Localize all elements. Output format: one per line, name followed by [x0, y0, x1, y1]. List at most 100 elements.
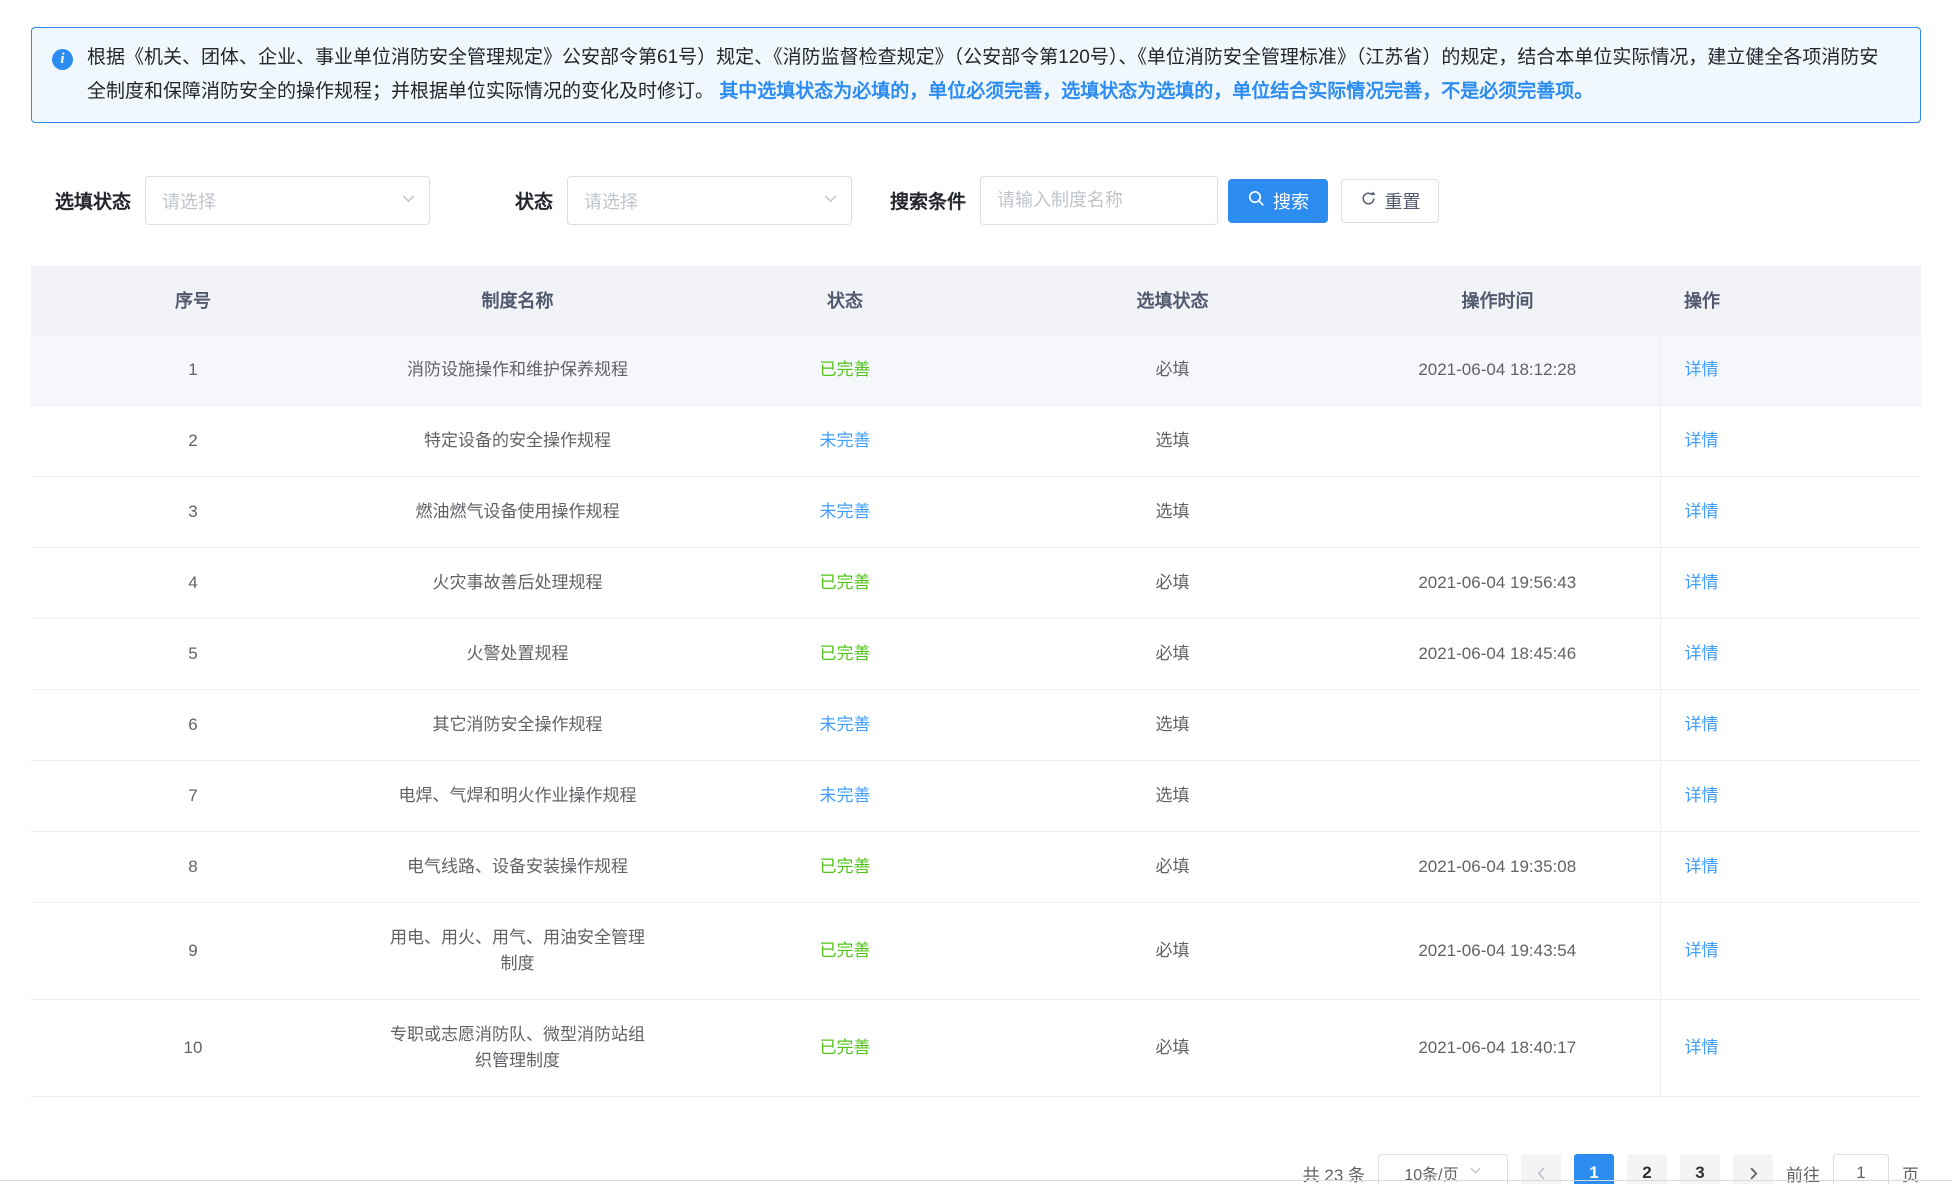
status-badge: 未完善 — [820, 715, 871, 734]
row-status-cell: 已完善 — [680, 335, 1010, 406]
table-row: 10 专职或志愿消防队、微型消防站组织管理制度 已完善 必填 2021-06-0… — [31, 1000, 1921, 1097]
table-row: 3 燃油燃气设备使用操作规程 未完善 选填 详情 — [31, 477, 1921, 548]
column-header-required: 选填状态 — [1010, 266, 1335, 335]
row-required: 选填 — [1010, 690, 1335, 761]
row-status-cell: 已完善 — [680, 832, 1010, 903]
row-time: 2021-06-04 19:35:08 — [1335, 832, 1660, 903]
row-action-cell: 详情 — [1660, 548, 1921, 619]
row-index: 1 — [31, 335, 355, 406]
row-required: 必填 — [1010, 335, 1335, 406]
row-status-cell: 已完善 — [680, 1000, 1010, 1097]
search-condition-label: 搜索条件 — [890, 187, 966, 214]
search-input[interactable] — [980, 176, 1218, 225]
row-time — [1335, 406, 1660, 477]
row-time: 2021-06-04 18:12:28 — [1335, 335, 1660, 406]
row-action-cell: 详情 — [1660, 406, 1921, 477]
detail-link[interactable]: 详情 — [1685, 715, 1719, 734]
row-required: 选填 — [1010, 761, 1335, 832]
row-name-cell: 燃油燃气设备使用操作规程 — [355, 477, 680, 548]
table-row: 5 火警处置规程 已完善 必填 2021-06-04 18:45:46 详情 — [31, 619, 1921, 690]
optional-status-select[interactable]: 请选择 — [145, 176, 430, 225]
row-time: 2021-06-04 18:40:17 — [1335, 1000, 1660, 1097]
filter-bar: 选填状态 请选择 状态 请选择 搜索条件 搜索 重置 — [55, 176, 1921, 225]
row-index: 2 — [31, 406, 355, 477]
column-header-action: 操作 — [1660, 266, 1921, 335]
search-button-label: 搜索 — [1273, 188, 1309, 214]
search-button[interactable]: 搜索 — [1228, 179, 1328, 223]
banner-text: 根据《机关、团体、企业、事业单位消防安全管理规定》公安部令第61号）规定、《消防… — [87, 41, 1894, 109]
detail-link[interactable]: 详情 — [1685, 360, 1719, 379]
detail-link[interactable]: 详情 — [1685, 431, 1719, 450]
status-badge: 已完善 — [820, 1038, 871, 1057]
row-name: 用电、用火、用气、用油安全管理制度 — [385, 925, 650, 977]
row-name: 火警处置规程 — [467, 641, 569, 667]
row-name-cell: 电气线路、设备安装操作规程 — [355, 832, 680, 903]
status-select[interactable]: 请选择 — [567, 176, 852, 225]
row-index: 3 — [31, 477, 355, 548]
status-label: 状态 — [515, 187, 553, 214]
row-time — [1335, 477, 1660, 548]
row-status-cell: 已完善 — [680, 903, 1010, 1000]
detail-link[interactable]: 详情 — [1685, 857, 1719, 876]
detail-link[interactable]: 详情 — [1685, 786, 1719, 805]
row-index: 7 — [31, 761, 355, 832]
status-badge: 已完善 — [820, 857, 871, 876]
status-badge: 未完善 — [820, 502, 871, 521]
column-header-status: 状态 — [680, 266, 1010, 335]
table-row: 4 火灾事故善后处理规程 已完善 必填 2021-06-04 19:56:43 … — [31, 548, 1921, 619]
detail-link[interactable]: 详情 — [1685, 1038, 1719, 1057]
status-badge: 已完善 — [820, 941, 871, 960]
row-time — [1335, 690, 1660, 761]
row-action-cell: 详情 — [1660, 619, 1921, 690]
row-status-cell: 已完善 — [680, 548, 1010, 619]
row-name: 其它消防安全操作规程 — [433, 712, 603, 738]
row-name-cell: 火灾事故善后处理规程 — [355, 548, 680, 619]
row-action-cell: 详情 — [1660, 903, 1921, 1000]
column-header-index: 序号 — [31, 266, 355, 335]
status-placeholder: 请选择 — [584, 188, 638, 214]
row-status-cell: 未完善 — [680, 477, 1010, 548]
table-row: 6 其它消防安全操作规程 未完善 选填 详情 — [31, 690, 1921, 761]
detail-link[interactable]: 详情 — [1685, 644, 1719, 663]
row-name: 电气线路、设备安装操作规程 — [407, 854, 628, 880]
row-name: 燃油燃气设备使用操作规程 — [416, 499, 620, 525]
table-row: 2 特定设备的安全操作规程 未完善 选填 详情 — [31, 406, 1921, 477]
row-action-cell: 详情 — [1660, 832, 1921, 903]
column-header-time: 操作时间 — [1335, 266, 1660, 335]
regulation-table: 序号 制度名称 状态 选填状态 操作时间 操作 1 消防设施操作和维护保养规程 … — [31, 266, 1921, 1097]
table-header-row: 序号 制度名称 状态 选填状态 操作时间 操作 — [31, 266, 1921, 335]
row-action-cell: 详情 — [1660, 335, 1921, 406]
row-name-cell: 专职或志愿消防队、微型消防站组织管理制度 — [355, 1000, 680, 1097]
row-action-cell: 详情 — [1660, 477, 1921, 548]
row-required: 必填 — [1010, 1000, 1335, 1097]
row-index: 4 — [31, 548, 355, 619]
row-index: 8 — [31, 832, 355, 903]
reset-button[interactable]: 重置 — [1341, 179, 1439, 223]
row-status-cell: 未完善 — [680, 406, 1010, 477]
row-name: 电焊、气焊和明火作业操作规程 — [399, 783, 637, 809]
table-row: 1 消防设施操作和维护保养规程 已完善 必填 2021-06-04 18:12:… — [31, 335, 1921, 406]
optional-status-placeholder: 请选择 — [162, 188, 216, 214]
table-body: 1 消防设施操作和维护保养规程 已完善 必填 2021-06-04 18:12:… — [31, 335, 1921, 1097]
info-banner: i 根据《机关、团体、企业、事业单位消防安全管理规定》公安部令第61号）规定、《… — [31, 27, 1921, 123]
status-badge: 已完善 — [820, 644, 871, 663]
row-required: 必填 — [1010, 548, 1335, 619]
table-row: 8 电气线路、设备安装操作规程 已完善 必填 2021-06-04 19:35:… — [31, 832, 1921, 903]
row-status-cell: 未完善 — [680, 761, 1010, 832]
table-row: 9 用电、用火、用气、用油安全管理制度 已完善 必填 2021-06-04 19… — [31, 903, 1921, 1000]
row-required: 必填 — [1010, 832, 1335, 903]
detail-link[interactable]: 详情 — [1685, 941, 1719, 960]
row-name: 特定设备的安全操作规程 — [424, 428, 611, 454]
detail-link[interactable]: 详情 — [1685, 573, 1719, 592]
refresh-icon — [1360, 190, 1377, 212]
status-badge: 未完善 — [820, 786, 871, 805]
status-badge: 已完善 — [820, 360, 871, 379]
detail-link[interactable]: 详情 — [1685, 502, 1719, 521]
row-index: 9 — [31, 903, 355, 1000]
row-action-cell: 详情 — [1660, 761, 1921, 832]
chevron-down-icon — [401, 191, 416, 211]
reset-button-label: 重置 — [1385, 188, 1421, 214]
row-required: 必填 — [1010, 903, 1335, 1000]
row-status-cell: 已完善 — [680, 619, 1010, 690]
row-time — [1335, 761, 1660, 832]
